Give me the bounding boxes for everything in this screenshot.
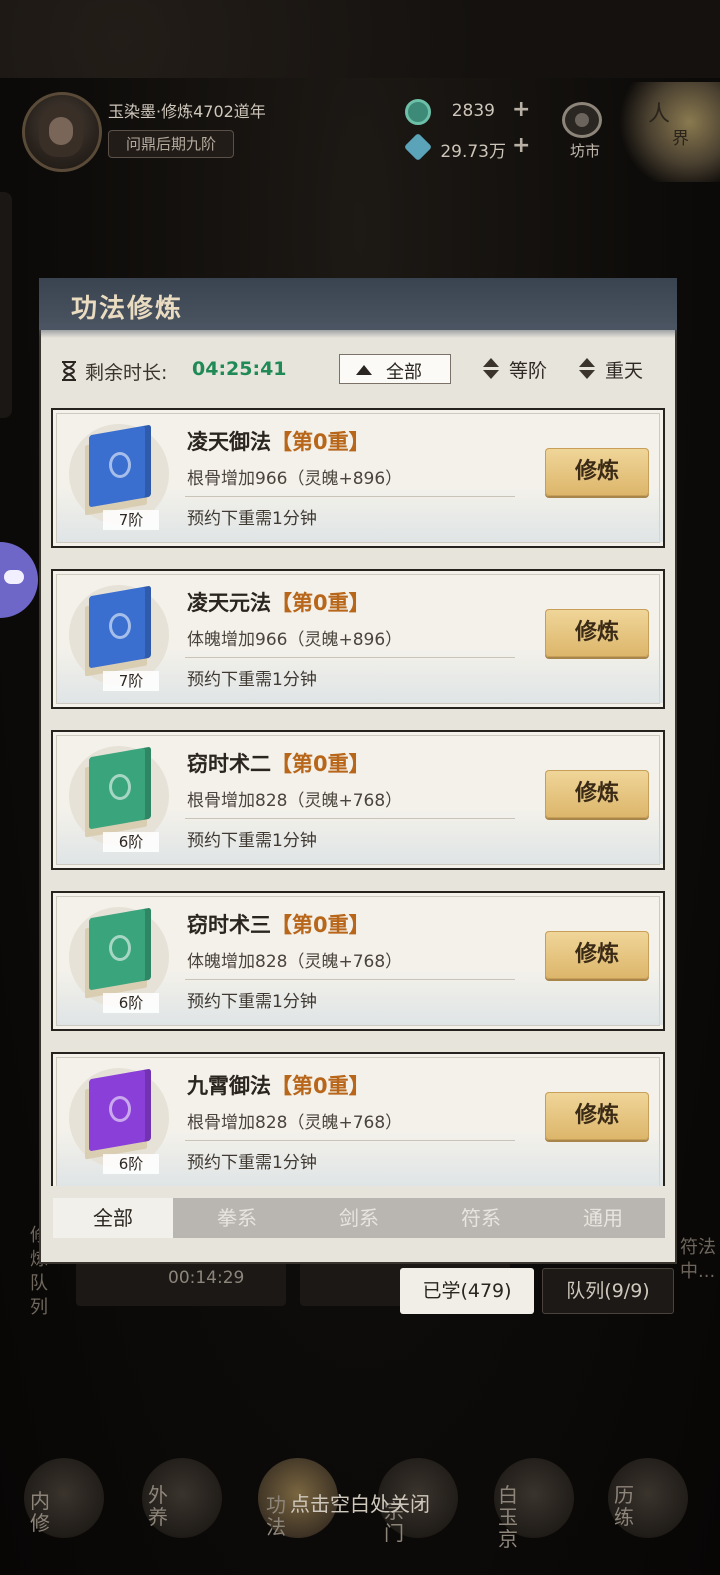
train-button[interactable]: 修炼 [545, 770, 649, 818]
book-emblem-icon [109, 613, 131, 639]
sort-icon [483, 358, 499, 382]
tab-general[interactable]: 通用 [543, 1198, 663, 1238]
train-button[interactable]: 修炼 [545, 448, 649, 496]
sort-grade-label: 等阶 [509, 360, 548, 382]
technique-grade: 7阶 [103, 510, 159, 530]
filter-all-dropdown[interactable]: 全部 [339, 354, 451, 384]
hourglass-icon [62, 361, 76, 381]
technique-effect: 根骨增加828（灵魄+768） [187, 791, 403, 811]
technique-title: 窃时术三【第0重】 [187, 909, 370, 939]
blue-book-icon [79, 585, 159, 677]
learned-techniques-button[interactable]: 已学(479) [400, 1268, 534, 1314]
triangle-up-icon [356, 365, 372, 375]
purple-book-icon [79, 1068, 159, 1160]
technique-name: 凌天御法 [187, 430, 271, 454]
technique-name: 窃时术二 [187, 752, 271, 776]
train-button[interactable]: 修炼 [545, 931, 649, 979]
technique-next-requirement: 预约下重需1分钟 [187, 670, 317, 690]
card-divider [185, 1140, 515, 1141]
book-emblem-icon [109, 935, 131, 961]
close-hint[interactable]: 点击空白处关闭 [0, 1488, 720, 1517]
player-name: 玉染墨·修炼4702道年 [108, 102, 266, 121]
queue-button[interactable]: 队列(9/9) [542, 1268, 674, 1314]
dialog-title: 功法修炼 [71, 294, 184, 324]
spirit-stone-amount: 29.73万 [440, 142, 506, 162]
book-emblem-icon [109, 1096, 131, 1122]
bg-side-label-right: 符法中... [680, 1237, 716, 1282]
category-tabs: 全部 拳系 剑系 符系 通用 [53, 1198, 665, 1238]
add-stone-button[interactable]: + [512, 133, 530, 158]
player-avatar[interactable] [22, 92, 102, 172]
green-book-icon [79, 907, 159, 999]
tab-talisman[interactable]: 符系 [421, 1198, 541, 1238]
sort-by-layer[interactable]: 重天 [579, 356, 659, 384]
technique-level: 【第0重】 [271, 752, 370, 776]
technique-title: 凌天元法【第0重】 [187, 587, 370, 617]
tab-sword[interactable]: 剑系 [299, 1198, 419, 1238]
technique-grade: 7阶 [103, 671, 159, 691]
dialog-header: 功法修炼 [39, 278, 677, 338]
card-divider [185, 496, 515, 497]
card-divider [185, 657, 515, 658]
technique-next-requirement: 预约下重需1分钟 [187, 509, 317, 529]
technique-card[interactable]: 6阶 九霄御法【第0重】根骨增加828（灵魄+768） 预约下重需1分钟 修炼 [51, 1052, 665, 1186]
technique-name: 窃时术三 [187, 913, 271, 937]
technique-next-requirement: 预约下重需1分钟 [187, 992, 317, 1012]
remaining-time-value: 04:25:41 [192, 358, 287, 380]
train-button[interactable]: 修炼 [545, 1092, 649, 1140]
book-emblem-icon [109, 452, 131, 478]
technique-effect: 根骨增加828（灵魄+768） [187, 1113, 403, 1133]
sort-icon [579, 358, 595, 382]
technique-next-requirement: 预约下重需1分钟 [187, 831, 317, 851]
technique-cultivation-dialog: 功法修炼 剩余时长: 04:25:41 全部 等阶 重天 7阶 凌天御法【第0重】… [39, 278, 677, 1264]
book-emblem-icon [109, 774, 131, 800]
green-book-icon [79, 746, 159, 838]
avatar-face [49, 117, 73, 145]
market-label[interactable]: 坊市 [562, 140, 608, 161]
technique-title: 窃时术二【第0重】 [187, 748, 370, 778]
jade-amount: 2839 [451, 101, 495, 121]
tab-fist[interactable]: 拳系 [177, 1198, 297, 1238]
technique-level: 【第0重】 [271, 430, 370, 454]
technique-title: 凌天御法【第0重】 [187, 426, 370, 456]
player-rank-badge: 问鼎后期九阶 [108, 130, 234, 158]
technique-name: 凌天元法 [187, 591, 271, 615]
dialog-toolbar: 剩余时长: 04:25:41 全部 等阶 重天 [39, 350, 677, 390]
bg-queue-timer: 00:14:29 [168, 1268, 245, 1288]
card-divider [185, 979, 515, 980]
technique-level: 【第0重】 [271, 913, 370, 937]
technique-card[interactable]: 7阶 凌天元法【第0重】体魄增加966（灵魄+896） 预约下重需1分钟 修炼 [51, 569, 665, 709]
technique-grade: 6阶 [103, 1154, 159, 1174]
add-jade-button[interactable]: + [512, 97, 530, 122]
technique-level: 【第0重】 [271, 591, 370, 615]
filter-all-label: 全部 [386, 362, 422, 383]
technique-card[interactable]: 7阶 凌天御法【第0重】根骨增加966（灵魄+896） 预约下重需1分钟 修炼 [51, 408, 665, 548]
technique-card[interactable]: 6阶 窃时术二【第0重】根骨增加828（灵魄+768） 预约下重需1分钟 修炼 [51, 730, 665, 870]
technique-title: 九霄御法【第0重】 [187, 1070, 370, 1100]
top-status-area [0, 0, 720, 78]
realm-char-1: 人 [648, 102, 671, 127]
sort-by-grade[interactable]: 等阶 [483, 356, 563, 384]
technique-effect: 根骨增加966（灵魄+896） [187, 469, 403, 489]
market-icon[interactable] [562, 102, 602, 138]
technique-next-requirement: 预约下重需1分钟 [187, 1153, 317, 1173]
tab-all[interactable]: 全部 [53, 1198, 173, 1238]
technique-level: 【第0重】 [271, 1074, 370, 1098]
train-button[interactable]: 修炼 [545, 609, 649, 657]
realm-char-2: 界 [672, 129, 689, 149]
technique-list[interactable]: 7阶 凌天御法【第0重】 根骨增加966（灵魄+896） 预约下重需1分钟 修炼 7阶 凌天… [51, 408, 665, 1186]
sort-layer-label: 重天 [605, 360, 644, 382]
technique-name: 九霄御法 [187, 1074, 271, 1098]
technique-card[interactable]: 6阶 窃时术三【第0重】体魄增加828（灵魄+768） 预约下重需1分钟 修炼 [51, 891, 665, 1031]
technique-effect: 体魄增加966（灵魄+896） [187, 630, 403, 650]
left-side-panel [0, 192, 12, 418]
technique-grade: 6阶 [103, 832, 159, 852]
card-divider [185, 818, 515, 819]
technique-effect: 体魄增加828（灵魄+768） [187, 952, 403, 972]
blue-book-icon [79, 424, 159, 516]
technique-grade: 6阶 [103, 993, 159, 1013]
remaining-time-label: 剩余时长: [85, 362, 168, 384]
